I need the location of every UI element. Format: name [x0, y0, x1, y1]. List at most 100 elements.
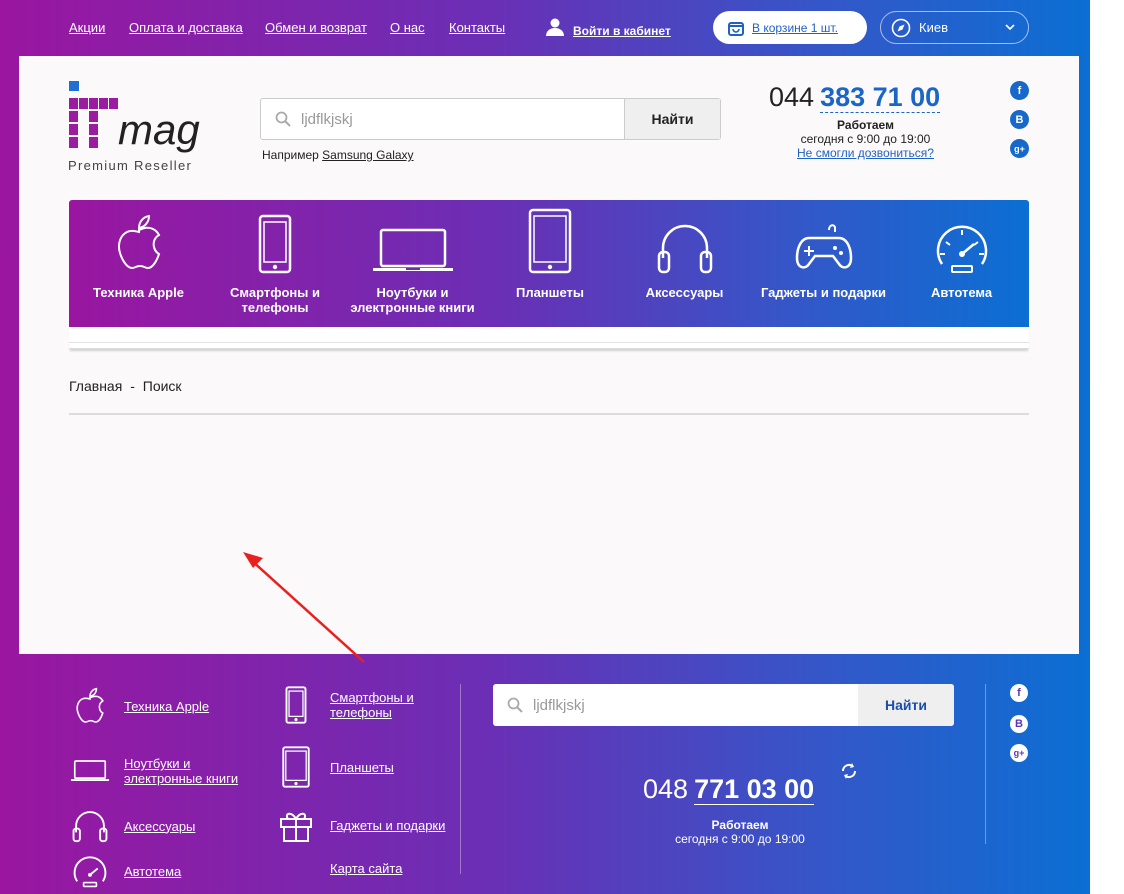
user-icon: [546, 18, 564, 36]
google-plus-icon[interactable]: g+: [1010, 744, 1028, 762]
chevron-down-icon: [1005, 24, 1015, 31]
footer-work-hours-text: сегодня с 9:00 до 19:00: [675, 832, 805, 846]
compass-icon: [891, 18, 911, 37]
footer-search-value: ljdflkjskj: [533, 696, 585, 714]
search-input[interactable]: ljdflkjskj: [261, 99, 624, 139]
category-label: Техника Apple: [93, 285, 184, 300]
footer-search-bar: ljdflkjskj Найти: [493, 684, 954, 726]
category-tablets[interactable]: Планшеты: [487, 200, 613, 327]
search-icon: [275, 111, 291, 127]
search-example-link[interactable]: Samsung Galaxy: [322, 148, 413, 162]
footer-link-label: Ноутбуки и электронные книги: [124, 756, 239, 786]
footer-link-apple[interactable]: Техника Apple: [70, 686, 209, 726]
nav-submenu-strip: [69, 327, 1029, 349]
search-example: Например Samsung Galaxy: [262, 148, 414, 162]
footer-work-title: Работаем: [711, 818, 769, 832]
footer-link-label: Гаджеты и подарки: [330, 817, 446, 833]
headphones-icon: [72, 811, 108, 843]
category-label: Планшеты: [515, 285, 585, 300]
gift-icon: [280, 812, 312, 842]
breadcrumb-home[interactable]: Главная: [69, 378, 122, 394]
header-phone: 044 383 71 00: [769, 82, 941, 113]
footer-phone-number[interactable]: 771 03 00: [694, 774, 815, 805]
tablet-icon: [282, 746, 310, 788]
work-hours-text: сегодня с 9:00 до 19:00: [800, 132, 931, 146]
google-plus-icon[interactable]: g+: [1010, 139, 1029, 158]
laptop-icon: [372, 228, 453, 271]
search-input-value: ljdflkjskj: [301, 110, 353, 128]
category-accessories[interactable]: Аксессуары: [629, 200, 740, 327]
category-apple[interactable]: Техника Apple: [69, 200, 208, 327]
top-link-promotions[interactable]: Акции: [69, 20, 105, 35]
content-divider: [69, 413, 1029, 415]
top-link-exchange-return[interactable]: Обмен и возврат: [265, 20, 367, 35]
footer-link-gadgets[interactable]: Гаджеты и подарки: [276, 807, 445, 843]
facebook-icon[interactable]: f: [1010, 81, 1029, 100]
footer-link-sitemap[interactable]: Карта сайта: [276, 861, 402, 876]
footer-link-label: Планшеты: [330, 759, 394, 775]
site-logo[interactable]: mag Premium Reseller: [68, 80, 218, 180]
category-auto[interactable]: Автотема: [914, 200, 1009, 327]
footer-link-accessories[interactable]: Аксессуары: [70, 809, 195, 843]
category-nav: Техника Apple Смартфоны и телефоны Ноутб…: [69, 200, 1029, 327]
cart-button[interactable]: В корзине 1 шт.: [713, 11, 867, 44]
category-label: Гаджеты и подарки: [760, 285, 886, 300]
footer-link-label: Техника Apple: [124, 698, 210, 714]
smartphone-icon: [258, 214, 292, 274]
itmag-logo-icon: mag Premium Reseller: [68, 81, 200, 173]
callback-link[interactable]: Не смогли дозвониться?: [759, 146, 972, 160]
top-bar: Акции Оплата и доставка Обмен и возврат …: [0, 0, 1090, 56]
laptop-icon: [70, 760, 110, 781]
work-hours: Работаем сегодня с 9:00 до 19:00 Не смог…: [759, 118, 972, 160]
category-label: Аксессуары: [645, 285, 724, 300]
speedometer-icon: [936, 225, 987, 273]
search-example-prefix: Например: [262, 148, 319, 162]
tablet-icon: [528, 208, 572, 274]
city-label: Киев: [919, 20, 948, 35]
bag-icon: [728, 21, 744, 36]
top-link-contacts[interactable]: Контакты: [449, 20, 505, 35]
annotation-arrow: [243, 552, 365, 663]
search-button[interactable]: Найти: [624, 99, 720, 139]
facebook-icon[interactable]: f: [1010, 684, 1028, 702]
breadcrumb: Главная - Поиск: [69, 378, 182, 394]
main-content: mag Premium Reseller ljdflkjskj Найти На…: [19, 56, 1079, 663]
refresh-icon[interactable]: [840, 762, 858, 780]
cart-label: В корзине 1 шт.: [752, 20, 838, 35]
gamepad-icon: [795, 224, 852, 269]
top-link-about[interactable]: О нас: [390, 20, 425, 35]
top-link-payment-delivery[interactable]: Оплата и доставка: [129, 20, 243, 35]
category-label: Ноутбуки и электронные книги: [350, 285, 475, 315]
category-label: Смартфоны и телефоны: [230, 285, 320, 315]
vkontakte-icon[interactable]: В: [1010, 715, 1028, 733]
category-label: Автотема: [930, 285, 993, 300]
search-bar: ljdflkjskj Найти: [260, 98, 721, 140]
login-link[interactable]: Войти в кабинет: [545, 16, 671, 38]
footer-link-label: Аксессуары: [124, 818, 196, 834]
work-title: Работаем: [837, 118, 894, 132]
headphones-icon: [657, 224, 712, 274]
city-selector[interactable]: Киев: [880, 11, 1029, 44]
footer-work-hours: Работаем сегодня с 9:00 до 19:00: [640, 818, 840, 846]
footer-divider: [460, 684, 461, 874]
phone-number[interactable]: 383 71 00: [820, 82, 941, 113]
category-smartphones[interactable]: Смартфоны и телефоны: [219, 200, 331, 327]
category-laptops[interactable]: Ноутбуки и электронные книги: [344, 200, 481, 327]
footer-link-label: Автотема: [124, 863, 182, 879]
category-gadgets[interactable]: Гаджеты и подарки: [753, 200, 894, 327]
apple-icon: [76, 687, 104, 723]
footer-phone-prefix: 048: [643, 774, 689, 804]
footer-link-smartphones[interactable]: Смартфоны и телефоны: [276, 686, 440, 724]
footer-link-auto[interactable]: Автотема: [70, 854, 181, 888]
footer-search-button[interactable]: Найти: [858, 684, 954, 726]
search-icon: [507, 697, 523, 713]
phone-prefix: 044: [769, 82, 815, 112]
footer-link-label: Карта сайта: [330, 861, 403, 876]
footer-link-tablets[interactable]: Планшеты: [276, 746, 394, 788]
footer-phone: 048 771 03 00: [643, 774, 815, 805]
breadcrumb-current: Поиск: [142, 378, 182, 394]
vkontakte-icon[interactable]: В: [1010, 110, 1029, 129]
footer-search-input[interactable]: ljdflkjskj: [493, 684, 858, 726]
footer-link-label: Смартфоны и телефоны: [330, 690, 414, 720]
footer-link-laptops[interactable]: Ноутбуки и электронные книги: [70, 756, 244, 786]
